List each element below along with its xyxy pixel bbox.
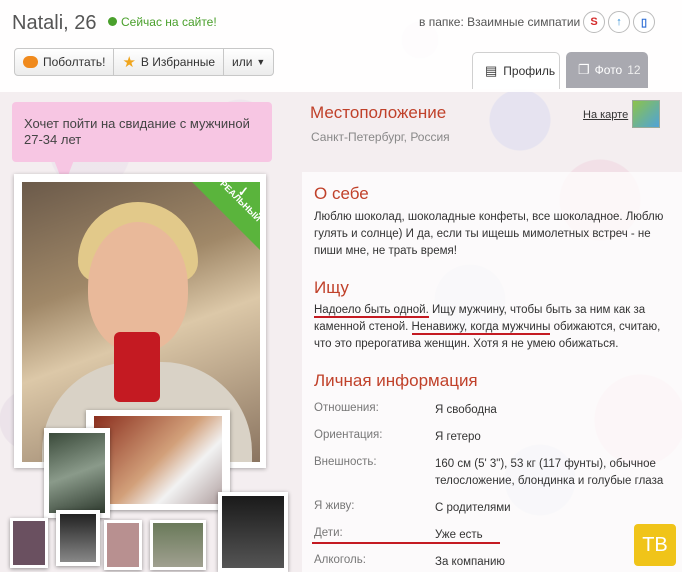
info-value-living: С родителями — [435, 502, 511, 514]
mobile-icon[interactable]: ▯ — [633, 11, 655, 33]
chevron-down-icon: ▼ — [256, 57, 266, 67]
seek-text-highlight-2: Ненавижу, когда мужчины — [411, 321, 551, 335]
photo-thumb-portrait-image — [49, 433, 105, 513]
chat-bubble-icon — [23, 56, 38, 68]
sympathy-icon[interactable]: S — [583, 11, 605, 33]
photo-thumb-3[interactable] — [104, 520, 142, 570]
info-label-children: Дети: — [314, 527, 343, 539]
favorites-button[interactable]: ★ В Избранные — [114, 49, 224, 75]
share-up-icon[interactable]: ↑ — [608, 11, 630, 33]
info-value-orientation: Я гетеро — [435, 431, 481, 443]
info-label-appearance: Внешность: — [314, 456, 377, 468]
more-dropdown[interactable]: или ▼ — [224, 49, 273, 75]
photo-stack-icon: ❐ — [578, 62, 590, 77]
info-label-alcohol: Алкоголь: — [314, 554, 366, 566]
info-value-relationship: Я свободна — [435, 404, 497, 416]
map-icon[interactable] — [632, 100, 660, 128]
info-label-orientation: Ориентация: — [314, 429, 383, 441]
more-label: или — [232, 55, 253, 69]
chat-button[interactable]: Поболтать! — [15, 49, 115, 75]
online-dot-icon — [108, 17, 117, 26]
photo-thumb-1-image — [13, 521, 45, 565]
photo-phone — [114, 332, 160, 402]
photo-thumb-portrait[interactable] — [44, 428, 110, 518]
action-button-bar: Поболтать! ★ В Избранные или ▼ — [14, 48, 275, 76]
info-value-appearance: 160 см (5' 3"), 53 кг (117 фунты), обычн… — [435, 458, 664, 487]
date-wish-text: Хочет пойти на свидание с мужчиной 27-34… — [24, 116, 250, 147]
photo-thumb-wings-image — [94, 416, 222, 504]
check-icon: ✓ — [238, 184, 249, 199]
photo-thumb-5[interactable] — [218, 492, 288, 572]
info-label-relationship: Отношения: — [314, 402, 379, 414]
tab-profile-label: Профиль — [503, 64, 556, 78]
star-icon: ★ — [122, 54, 136, 71]
profile-card-icon: ▤ — [485, 63, 498, 78]
seek-text-highlight-1: Надоело быть одной. — [314, 304, 429, 318]
location-value: Санкт-Петербург, Россия — [311, 130, 450, 144]
personal-info-title: Личная информация — [314, 371, 478, 390]
watermark-logo: ТВ — [634, 524, 676, 566]
photo-thumb-4[interactable] — [150, 520, 206, 570]
seek-title: Ищу — [314, 278, 349, 297]
tab-profile[interactable]: ▤ Профиль — [472, 52, 560, 89]
photo-thumb-1[interactable] — [10, 518, 48, 568]
tab-photo-label: Фото — [594, 63, 623, 77]
photo-thumb-4-image — [153, 523, 203, 567]
map-link[interactable]: На карте — [583, 109, 628, 121]
tab-photo[interactable]: ❐ Фото 12 — [566, 52, 648, 88]
seek-text: Надоело быть одной. Ищу мужчину, чтобы б… — [314, 302, 664, 353]
photo-thumb-5-image — [222, 496, 284, 568]
chat-button-label: Поболтать! — [43, 55, 106, 69]
about-text: Люблю шоколад, шоколадные конфеты, все ш… — [314, 211, 664, 257]
children-underline — [312, 542, 500, 544]
location-title: Местоположение — [310, 103, 447, 122]
tab-photo-count: 12 — [627, 63, 641, 77]
favorites-button-label: В Избранные — [140, 55, 215, 69]
folder-label: в папке: Взаимные симпатии — [419, 15, 581, 29]
online-status-text: Сейчас на сайте! — [121, 15, 217, 29]
photo-thumb-2[interactable] — [56, 510, 100, 566]
online-status: Сейчас на сайте! — [108, 15, 217, 29]
photo-thumb-3-image — [107, 523, 139, 567]
about-title: О себе — [314, 184, 369, 203]
photo-thumb-2-image — [60, 514, 96, 562]
info-label-living: Я живу: — [314, 500, 355, 512]
profile-name: Natali, 26 — [12, 12, 97, 34]
